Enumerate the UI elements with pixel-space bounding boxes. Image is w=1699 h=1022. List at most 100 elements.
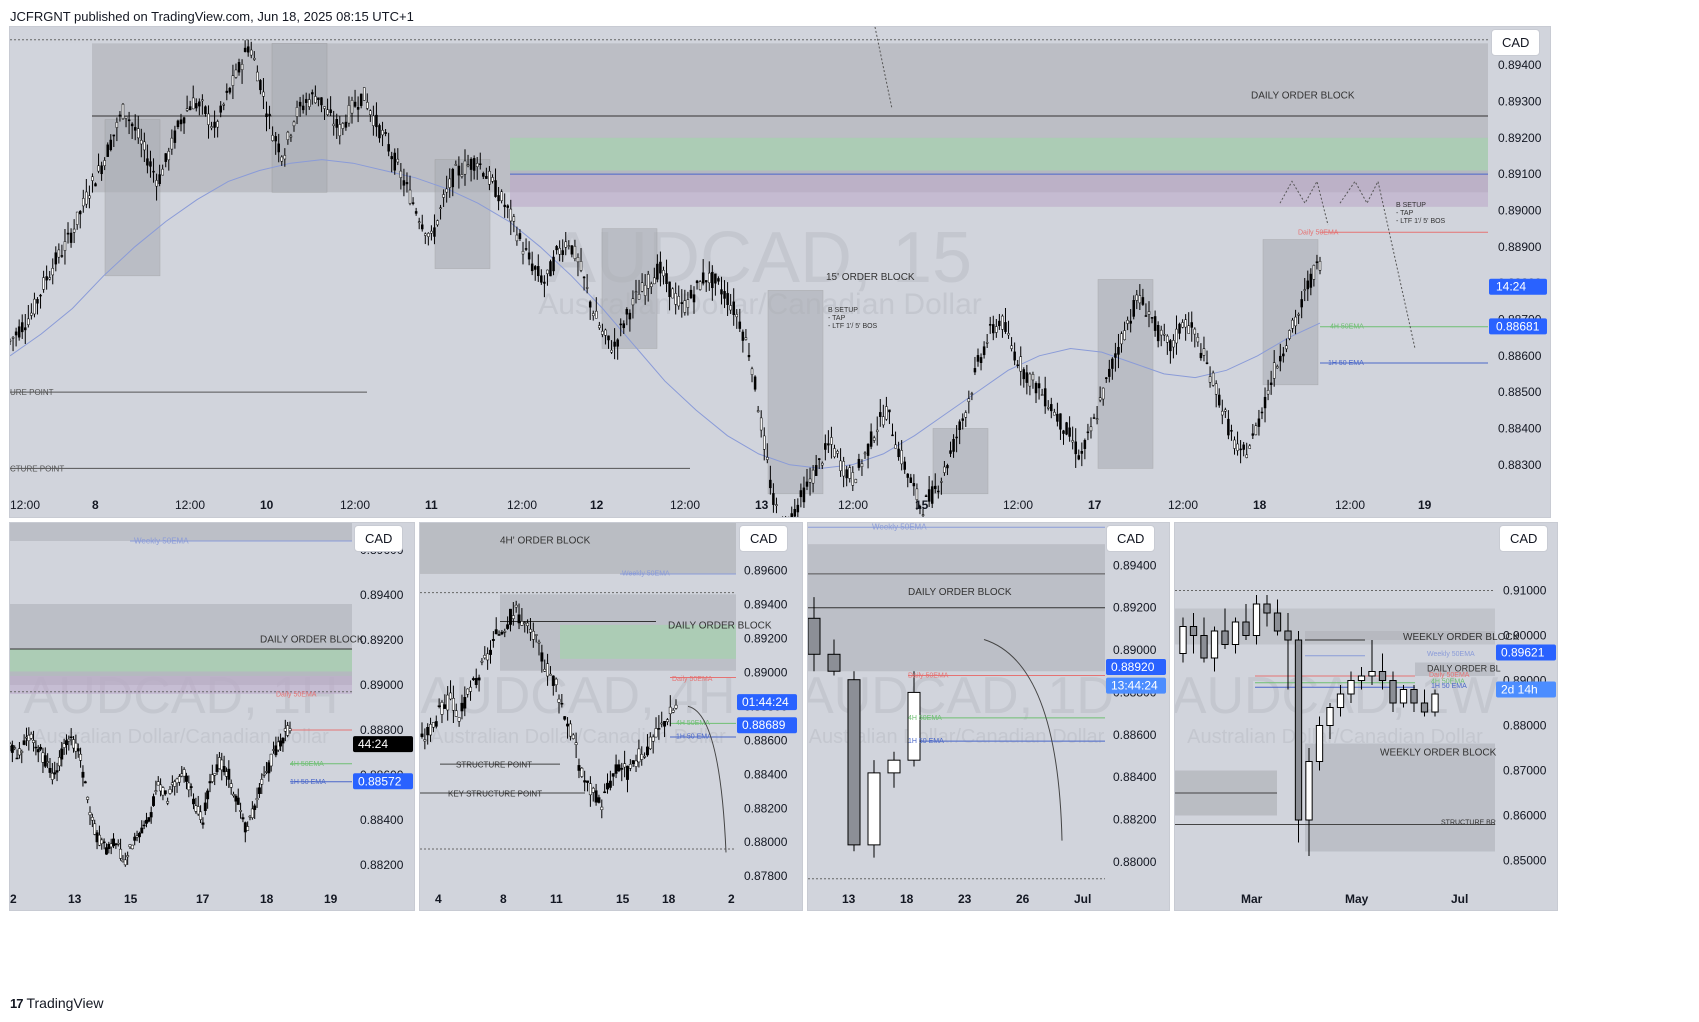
candle-body <box>663 721 667 727</box>
candle-body <box>256 71 259 82</box>
y-tick-label: 0.88600 <box>744 733 788 747</box>
candle-body <box>140 827 144 834</box>
candle-body <box>561 250 564 255</box>
candle-body <box>188 106 192 111</box>
candle-body <box>483 655 487 659</box>
x-tick-label: 12:00 <box>507 498 537 512</box>
candle-body <box>509 608 512 625</box>
candle-body <box>1184 319 1187 328</box>
candle-body <box>900 450 903 465</box>
candle-body <box>503 631 507 633</box>
currency-label-main[interactable]: CAD <box>1491 29 1541 56</box>
candle-body <box>369 110 372 115</box>
candle-body <box>207 113 210 125</box>
main-chart-15m[interactable]: AUDCAD, 15 Australian Dollar/Canadian Dol… <box>9 26 1551 518</box>
currency-label-1w[interactable]: CAD <box>1499 525 1549 552</box>
currency-label-1h[interactable]: CAD <box>354 525 404 552</box>
candle-body <box>248 815 252 818</box>
candle-body <box>866 443 870 456</box>
chart-canvas-4h[interactable]: AUDCAD, 4HAustralian Dollar/Canadian Dol… <box>420 523 802 910</box>
y-tick-label: 0.89000 <box>360 678 404 692</box>
chart-4h[interactable]: AUDCAD, 4H Australian Dollar/Canadian Dol… <box>419 522 803 911</box>
candle-body <box>11 336 15 339</box>
candle-body <box>135 835 139 838</box>
candle-body <box>147 817 151 822</box>
candle-body <box>102 841 106 844</box>
candle-body <box>286 131 290 140</box>
candle-body <box>1114 353 1117 358</box>
annotation-0: Weekly 50EMA <box>134 536 189 545</box>
price-badge-1: 13:44:24 <box>1111 679 1158 693</box>
chart-1h[interactable]: AUDCAD, 1H Australian Dollar/Canadian Dol… <box>9 522 415 911</box>
x-tick-label: 12:00 <box>1003 498 1033 512</box>
candle-body <box>1166 335 1169 343</box>
candle-body <box>680 302 684 304</box>
y-tick-label: 0.89000 <box>1113 643 1157 657</box>
candle-body <box>518 233 522 239</box>
candle-body <box>173 781 177 787</box>
candle-body <box>34 746 38 749</box>
candle-body <box>594 790 598 803</box>
candle-body <box>203 802 207 811</box>
candle-body <box>65 740 68 746</box>
candle-body <box>558 247 561 255</box>
currency-label-4h[interactable]: CAD <box>739 525 789 552</box>
candle-body <box>402 180 406 186</box>
chart-canvas-1d[interactable]: AUDCAD, 1DAustralian Dollar/Canadian Dol… <box>808 523 1169 910</box>
candle-body <box>574 742 578 745</box>
candle-body <box>543 669 547 672</box>
candle-body <box>775 504 778 506</box>
chart-canvas-1h[interactable]: AUDCAD, 1HAustralian Dollar/Canadian Dol… <box>10 523 414 910</box>
candle-body <box>488 170 491 185</box>
candle-body <box>69 232 73 243</box>
candle-body <box>1399 689 1408 704</box>
candle-body <box>112 134 116 137</box>
candle-body <box>585 287 589 289</box>
candle-body <box>1284 630 1292 641</box>
candle-body <box>546 269 549 274</box>
currency-label-1d[interactable]: CAD <box>1106 525 1156 552</box>
candle-body <box>1083 440 1087 449</box>
chart-canvas-1w[interactable]: AUDCAD, 1WAustralian Dollar/Canadian Dol… <box>1175 523 1557 910</box>
candle-body <box>520 621 524 626</box>
candle-body <box>187 782 191 791</box>
candle-body <box>824 443 827 450</box>
annotation-b-setup-0: - LTF 1'/ 5' BOS <box>828 323 878 330</box>
candle-body <box>152 796 155 806</box>
candle-body <box>665 719 669 723</box>
candle-body <box>479 163 482 165</box>
candle-body <box>63 241 67 251</box>
candle-body <box>851 472 855 486</box>
annotation-1: Weekly 50EMA <box>1427 651 1475 658</box>
candle-body <box>32 740 35 743</box>
candle-body <box>420 733 424 737</box>
candle-body <box>454 164 458 166</box>
chart-1d[interactable]: AUDCAD, 1D Australian Dollar/Canadian Dol… <box>807 522 1170 911</box>
candle-body <box>1336 693 1345 708</box>
candle-body <box>271 135 274 141</box>
candle-body <box>163 790 167 795</box>
candle-body <box>255 798 259 801</box>
chart-1w[interactable]: AUDCAD, 1W Australian Dollar/Canadian Dol… <box>1174 522 1558 911</box>
candle-body <box>640 282 644 292</box>
candle-body <box>543 281 546 284</box>
candle-body <box>22 740 26 745</box>
candle-body <box>112 838 115 847</box>
candle-body <box>304 99 308 103</box>
x-tick-label: 11 <box>425 498 438 512</box>
candle-body <box>530 263 534 272</box>
candle-body <box>1199 352 1203 359</box>
candle-body <box>332 123 335 126</box>
candle-body <box>460 174 464 177</box>
candle-body <box>443 704 447 709</box>
candle-body <box>155 180 158 187</box>
y-tick-label: 0.88500 <box>1498 385 1542 399</box>
candle-body <box>573 245 577 259</box>
candle-body <box>103 160 106 167</box>
annotation-daily-50ema: Daily 50EMA <box>1298 229 1339 236</box>
tradingview-footer[interactable]: 17 TradingView <box>10 995 104 1011</box>
candle-body <box>1318 260 1322 271</box>
candle-body <box>998 320 1001 327</box>
chart-canvas-15m[interactable]: AUDCAD, 15Australian Dollar/Canadian Dol… <box>10 27 1550 517</box>
candle-body <box>548 673 552 676</box>
